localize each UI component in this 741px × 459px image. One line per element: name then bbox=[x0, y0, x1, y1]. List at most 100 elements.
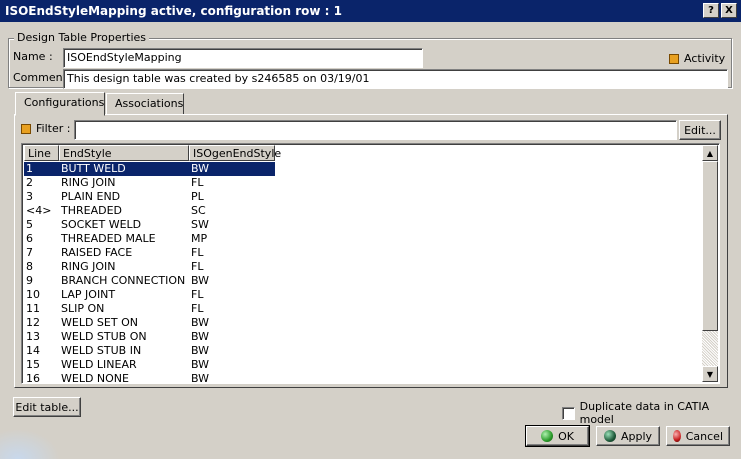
cell-line: 15 bbox=[26, 358, 40, 371]
cell-isogenendstyle: BW bbox=[191, 330, 210, 343]
table-row[interactable]: 1 BUTT WELD BW bbox=[24, 162, 275, 176]
scroll-down-button[interactable]: ▼ bbox=[702, 366, 718, 382]
tab-configurations[interactable]: Configurations bbox=[15, 92, 105, 116]
cell-line: 7 bbox=[26, 246, 33, 259]
table-row[interactable]: 3 PLAIN END PL bbox=[24, 190, 275, 204]
column-header-endstyle[interactable]: EndStyle bbox=[59, 145, 189, 161]
comment-field[interactable]: This design table was created by s246585… bbox=[63, 69, 728, 89]
cell-endstyle: RAISED FACE bbox=[61, 246, 133, 259]
cell-line: 2 bbox=[26, 176, 33, 189]
ok-label: OK bbox=[558, 429, 574, 443]
cell-line: 12 bbox=[26, 316, 40, 329]
table-row[interactable]: 13 WELD STUB ON BW bbox=[24, 330, 275, 344]
duplicate-label: Duplicate data in CATIA model bbox=[579, 400, 710, 426]
cell-isogenendstyle: PL bbox=[191, 190, 204, 203]
activity-label: Activity bbox=[684, 52, 726, 65]
activity-check-icon bbox=[669, 53, 679, 64]
cell-isogenendstyle: FL bbox=[191, 176, 204, 189]
cell-line: 11 bbox=[26, 302, 40, 315]
cell-isogenendstyle: FL bbox=[191, 288, 204, 301]
cell-endstyle: RING JOIN bbox=[61, 260, 116, 273]
cell-endstyle: SOCKET WELD bbox=[61, 218, 142, 231]
edit-table-button[interactable]: Edit table... bbox=[13, 397, 81, 417]
table-row[interactable]: 7 RAISED FACE FL bbox=[24, 246, 275, 260]
table-row[interactable]: 14 WELD STUB IN BW bbox=[24, 344, 275, 358]
cell-endstyle: PLAIN END bbox=[61, 190, 121, 203]
cell-isogenendstyle: BW bbox=[191, 316, 210, 329]
cell-isogenendstyle: MP bbox=[191, 232, 208, 245]
cell-isogenendstyle: BW bbox=[191, 358, 210, 371]
cell-endstyle: WELD LINEAR bbox=[61, 358, 137, 371]
cell-endstyle: WELD NONE bbox=[61, 372, 129, 384]
cell-line: 3 bbox=[26, 190, 33, 203]
apply-button[interactable]: Apply bbox=[596, 426, 660, 446]
help-button[interactable]: ? bbox=[703, 3, 719, 18]
cell-line: <4> bbox=[26, 204, 52, 217]
tab-associations[interactable]: Associations bbox=[106, 93, 184, 115]
table-row[interactable]: 6 THREADED MALE MP bbox=[24, 232, 275, 246]
cancel-label: Cancel bbox=[685, 429, 723, 443]
table-row[interactable]: 5 SOCKET WELD SW bbox=[24, 218, 275, 232]
filter-label: Filter : bbox=[36, 122, 71, 135]
name-field[interactable]: ISOEndStyleMapping bbox=[63, 48, 423, 68]
table-row[interactable]: 16 WELD NONE BW bbox=[24, 372, 275, 384]
activity-checkbox[interactable]: Activity bbox=[669, 52, 725, 65]
filter-edit-button[interactable]: Edit... bbox=[679, 120, 721, 140]
cell-endstyle: WELD STUB ON bbox=[61, 330, 147, 343]
cell-endstyle: THREADED bbox=[61, 204, 122, 217]
cell-line: 8 bbox=[26, 260, 33, 273]
cell-endstyle: BUTT WELD bbox=[61, 162, 126, 175]
cell-isogenendstyle: SW bbox=[191, 218, 209, 231]
cancel-icon bbox=[673, 430, 681, 442]
scroll-thumb[interactable] bbox=[702, 161, 718, 331]
cell-line: 16 bbox=[26, 372, 40, 384]
scroll-up-button[interactable]: ▲ bbox=[702, 145, 718, 161]
column-header-isogenendstyle[interactable]: ISOgenEndStyle bbox=[189, 145, 281, 161]
name-label: Name : bbox=[13, 50, 53, 63]
filter-toggle[interactable]: Filter : bbox=[21, 122, 70, 135]
table-row[interactable]: 10 LAP JOINT FL bbox=[24, 288, 275, 302]
duplicate-data-checkbox[interactable]: Duplicate data in CATIA model bbox=[562, 400, 741, 426]
cell-line: 9 bbox=[26, 274, 33, 287]
ok-button[interactable]: OK bbox=[525, 425, 590, 447]
filter-input[interactable] bbox=[74, 120, 677, 140]
table-row[interactable]: <4> THREADED SC bbox=[24, 204, 275, 218]
table-row[interactable]: 12 WELD SET ON BW bbox=[24, 316, 275, 330]
triangle-up-icon: ▲ bbox=[706, 148, 714, 158]
cell-isogenendstyle: FL bbox=[191, 302, 204, 315]
cell-line: 13 bbox=[26, 330, 40, 343]
table-row[interactable]: 2 RING JOIN FL bbox=[24, 176, 275, 190]
table-row[interactable]: 11 SLIP ON FL bbox=[24, 302, 275, 316]
cancel-button[interactable]: Cancel bbox=[666, 426, 730, 446]
cell-endstyle: WELD STUB IN bbox=[61, 344, 142, 357]
table-row[interactable]: 9 BRANCH CONNECTION BW bbox=[24, 274, 275, 288]
title-bar: ISOEndStyleMapping active, configuration… bbox=[0, 0, 741, 22]
cell-isogenendstyle: BW bbox=[191, 344, 210, 357]
cell-endstyle: LAP JOINT bbox=[61, 288, 116, 301]
apply-label: Apply bbox=[620, 429, 653, 443]
group-title: Design Table Properties bbox=[14, 31, 150, 44]
triangle-down-icon: ▼ bbox=[706, 369, 714, 379]
cell-endstyle: RING JOIN bbox=[61, 176, 116, 189]
cell-endstyle: WELD SET ON bbox=[61, 316, 138, 329]
table-header: Line EndStyle ISOgenEndStyle bbox=[24, 145, 281, 161]
column-header-line[interactable]: Line bbox=[24, 145, 59, 161]
cell-isogenendstyle: FL bbox=[191, 260, 204, 273]
ok-icon bbox=[541, 430, 554, 442]
configurations-table[interactable]: Line EndStyle ISOgenEndStyle 1 BUTT WELD B… bbox=[21, 143, 720, 384]
decorative-watermark bbox=[0, 429, 60, 459]
table-row[interactable]: 8 RING JOIN FL bbox=[24, 260, 275, 274]
vertical-scrollbar[interactable]: ▲ ▼ bbox=[702, 145, 718, 382]
cell-isogenendstyle: BW bbox=[191, 274, 210, 287]
apply-icon bbox=[603, 430, 616, 442]
cell-isogenendstyle: BW bbox=[191, 372, 210, 384]
window-title: ISOEndStyleMapping active, configuration… bbox=[5, 4, 343, 18]
cell-isogenendstyle: BW bbox=[191, 162, 210, 175]
cell-endstyle: BRANCH CONNECTION bbox=[61, 274, 186, 287]
cell-line: 5 bbox=[26, 218, 33, 231]
cell-endstyle: THREADED MALE bbox=[61, 232, 156, 245]
close-button[interactable]: X bbox=[721, 3, 737, 18]
filter-check-icon bbox=[21, 123, 31, 134]
cell-line: 1 bbox=[26, 162, 33, 175]
table-row[interactable]: 15 WELD LINEAR BW bbox=[24, 358, 275, 372]
